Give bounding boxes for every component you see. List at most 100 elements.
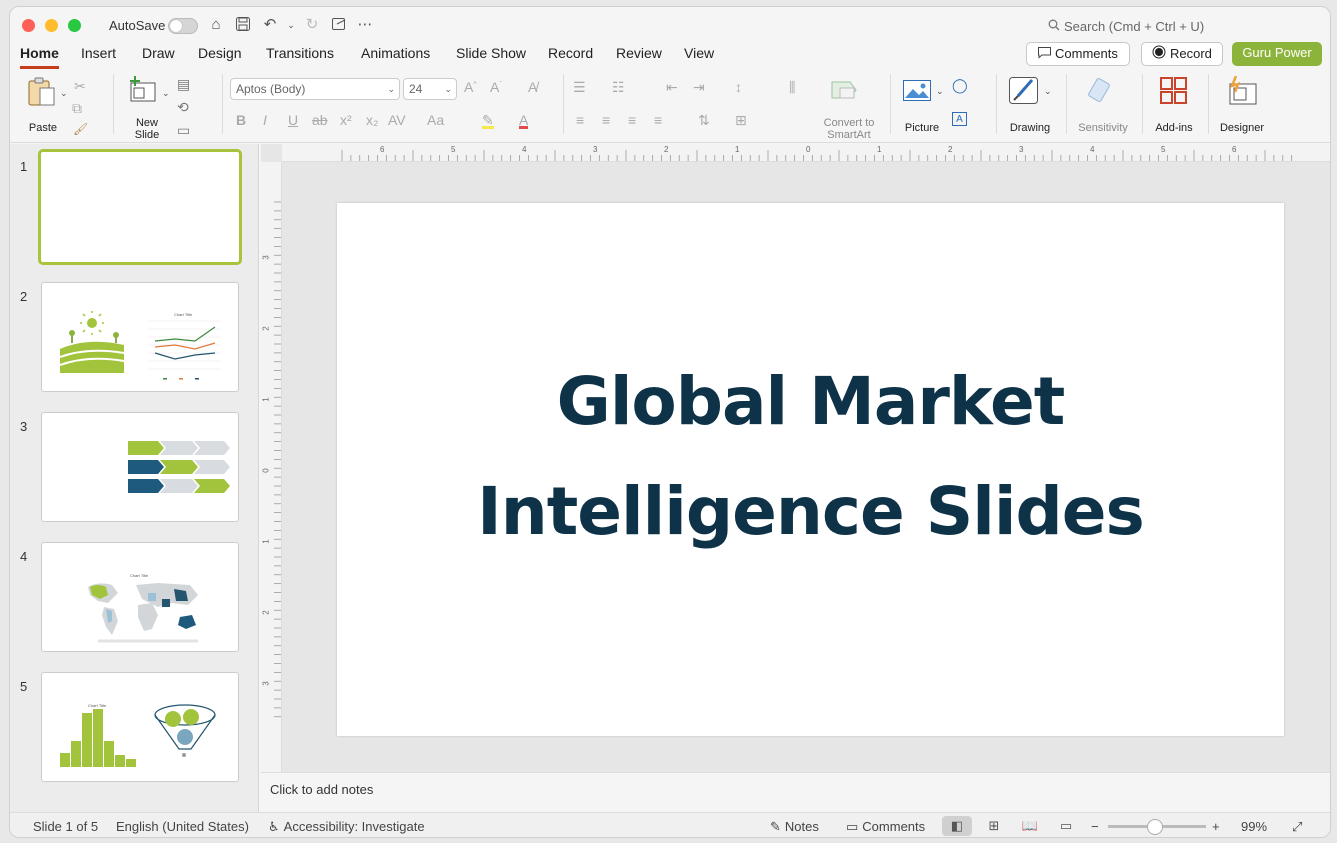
font-size-select[interactable]: 24 ⌄ bbox=[403, 78, 457, 100]
align-left-icon[interactable]: ≡ bbox=[576, 112, 584, 128]
picture-button[interactable]: ⌄ Picture bbox=[898, 76, 946, 134]
decrease-indent-icon[interactable]: ⇤ bbox=[666, 79, 678, 96]
zoom-out-button[interactable]: − bbox=[1091, 819, 1099, 834]
tab-view[interactable]: View bbox=[684, 45, 714, 61]
clear-formatting-icon[interactable]: A̸ bbox=[528, 79, 537, 95]
character-spacing-icon[interactable]: AV bbox=[388, 112, 406, 128]
comments-button[interactable]: Comments bbox=[1026, 42, 1130, 66]
align-center-icon[interactable]: ≡ bbox=[602, 112, 610, 128]
tab-design[interactable]: Design bbox=[198, 45, 242, 61]
present-icon[interactable] bbox=[330, 16, 348, 34]
text-direction-icon[interactable]: ⇅ bbox=[698, 112, 710, 129]
ruler-tick-label: 0 bbox=[806, 145, 811, 154]
bullets-icon[interactable]: ☰ bbox=[573, 79, 586, 96]
addins-button[interactable]: Add-ins bbox=[1150, 76, 1198, 134]
cut-icon[interactable]: ✂ bbox=[74, 78, 86, 95]
search-box[interactable]: Search (Cmd + Ctrl + U) bbox=[1048, 19, 1204, 34]
zoom-window-button[interactable] bbox=[68, 19, 81, 32]
accessibility-status[interactable]: ♿ Accessibility: Investigate bbox=[268, 819, 425, 835]
change-case-icon[interactable]: Aa bbox=[427, 112, 444, 128]
italic-icon[interactable]: I bbox=[263, 112, 267, 128]
tab-insert[interactable]: Insert bbox=[81, 45, 116, 61]
superscript-icon[interactable]: x² bbox=[340, 112, 352, 128]
slide-thumbnail-4[interactable]: Chart Title bbox=[41, 542, 239, 652]
columns-icon[interactable]: ⫼ bbox=[789, 79, 795, 96]
notes-pane[interactable]: Click to add notes bbox=[261, 772, 1330, 812]
sensitivity-button[interactable]: Sensitivity bbox=[1072, 76, 1134, 134]
paste-button[interactable]: ⌄ Paste bbox=[24, 76, 68, 134]
drawing-dropdown-icon[interactable]: ⌄ bbox=[1044, 86, 1052, 97]
normal-view-icon: ◧ bbox=[950, 818, 964, 833]
tab-record[interactable]: Record bbox=[548, 45, 593, 61]
tab-home[interactable]: Home bbox=[20, 45, 59, 69]
slide-thumbnail-3[interactable] bbox=[41, 412, 239, 522]
format-painter-icon[interactable]: 🖌 bbox=[73, 122, 88, 136]
fit-to-window-icon[interactable]: ⤢ bbox=[1292, 819, 1302, 835]
shapes-icon[interactable]: ◯ bbox=[952, 77, 968, 94]
shrink-font-icon[interactable]: Aˇ bbox=[490, 79, 502, 95]
close-window-button[interactable] bbox=[22, 19, 35, 32]
text-box-icon[interactable]: A bbox=[952, 112, 967, 126]
subscript-icon[interactable]: x₂ bbox=[366, 112, 378, 128]
grow-font-icon[interactable]: A^ bbox=[464, 79, 477, 95]
drawing-button[interactable]: ⌄ Drawing bbox=[1004, 76, 1056, 134]
tab-draw[interactable]: Draw bbox=[142, 45, 175, 61]
paste-dropdown-icon[interactable]: ⌄ bbox=[60, 88, 68, 99]
slide-thumbnail-5[interactable]: Chart Title bbox=[41, 672, 239, 782]
convert-smartart-button[interactable]: Convert to SmartArt bbox=[818, 76, 878, 141]
slide-canvas[interactable]: Global Market Intelligence Slides bbox=[337, 203, 1284, 736]
underline-icon[interactable]: U bbox=[288, 112, 298, 128]
new-slide-dropdown-icon[interactable]: ⌄ bbox=[162, 88, 170, 99]
font-name-select[interactable]: Aptos (Body) ⌄ bbox=[230, 78, 400, 100]
minimize-window-button[interactable] bbox=[45, 19, 58, 32]
horizontal-ruler[interactable]: 6 5 4 3 2 1 0 1 2 3 4 5 6 bbox=[282, 144, 1330, 162]
align-right-icon[interactable]: ≡ bbox=[628, 112, 636, 128]
slide-thumbnail-2[interactable]: Chart Title bbox=[41, 282, 239, 392]
tab-transitions[interactable]: Transitions bbox=[266, 45, 334, 61]
reading-view-button[interactable]: 📖 bbox=[1015, 816, 1045, 836]
reset-icon[interactable]: ⟲ bbox=[177, 99, 189, 116]
new-slide-button[interactable]: ⌄ New Slide bbox=[126, 76, 170, 141]
normal-view-button[interactable]: ◧ bbox=[942, 816, 972, 836]
tab-review[interactable]: Review bbox=[616, 45, 662, 61]
record-button[interactable]: Record bbox=[1141, 42, 1223, 66]
zoom-in-button[interactable]: + bbox=[1212, 819, 1220, 834]
copy-icon[interactable]: ⧉ bbox=[72, 100, 82, 117]
section-icon[interactable]: ▭ bbox=[177, 122, 190, 139]
home-icon[interactable]: ⌂ bbox=[207, 16, 225, 34]
slide-sorter-button[interactable]: ⊞ bbox=[979, 816, 1009, 836]
more-icon[interactable]: ⋯ bbox=[356, 16, 374, 34]
vertical-ruler[interactable]: 3 2 1 0 1 2 3 bbox=[261, 162, 282, 772]
line-spacing-icon[interactable]: ↕ bbox=[735, 79, 742, 95]
justify-icon[interactable]: ≡ bbox=[654, 112, 662, 128]
designer-button[interactable]: Designer bbox=[1214, 76, 1270, 134]
slide-title-line2[interactable]: Intelligence Slides bbox=[337, 473, 1284, 550]
notes-toggle[interactable]: ✎ Notes bbox=[770, 819, 819, 835]
bold-icon[interactable]: B bbox=[236, 112, 246, 128]
font-color-icon[interactable]: A bbox=[519, 112, 529, 129]
numbering-icon[interactable]: ☷ bbox=[612, 79, 625, 96]
align-text-icon[interactable]: ⊞ bbox=[735, 112, 747, 129]
guru-power-button[interactable]: Guru Power bbox=[1232, 42, 1322, 66]
strikethrough-icon[interactable]: ab bbox=[312, 112, 328, 128]
accessibility-icon: ♿ bbox=[268, 819, 280, 834]
tab-animations[interactable]: Animations bbox=[361, 45, 430, 61]
increase-indent-icon[interactable]: ⇥ bbox=[693, 79, 705, 96]
redo-icon[interactable]: ↻ bbox=[303, 16, 321, 34]
slide-thumbnail-1[interactable] bbox=[38, 149, 242, 265]
comments-toggle[interactable]: ▭ Comments bbox=[846, 819, 925, 835]
slide-title-line1[interactable]: Global Market bbox=[337, 363, 1284, 440]
designer-label: Designer bbox=[1219, 122, 1265, 134]
tab-slide-show[interactable]: Slide Show bbox=[456, 45, 526, 61]
zoom-slider-handle[interactable] bbox=[1147, 819, 1163, 835]
zoom-level[interactable]: 99% bbox=[1241, 819, 1267, 834]
undo-icon[interactable]: ↶ bbox=[261, 16, 279, 34]
save-icon[interactable] bbox=[234, 16, 252, 34]
slide-show-button[interactable]: ▭ bbox=[1051, 816, 1081, 836]
undo-dropdown-icon[interactable]: ⌄ bbox=[282, 16, 300, 34]
picture-dropdown-icon[interactable]: ⌄ bbox=[936, 86, 944, 97]
autosave-toggle[interactable] bbox=[168, 18, 198, 34]
language-indicator[interactable]: English (United States) bbox=[116, 819, 249, 834]
layout-icon[interactable]: ▤ bbox=[177, 76, 190, 93]
highlight-icon[interactable]: ✎ bbox=[482, 112, 494, 129]
